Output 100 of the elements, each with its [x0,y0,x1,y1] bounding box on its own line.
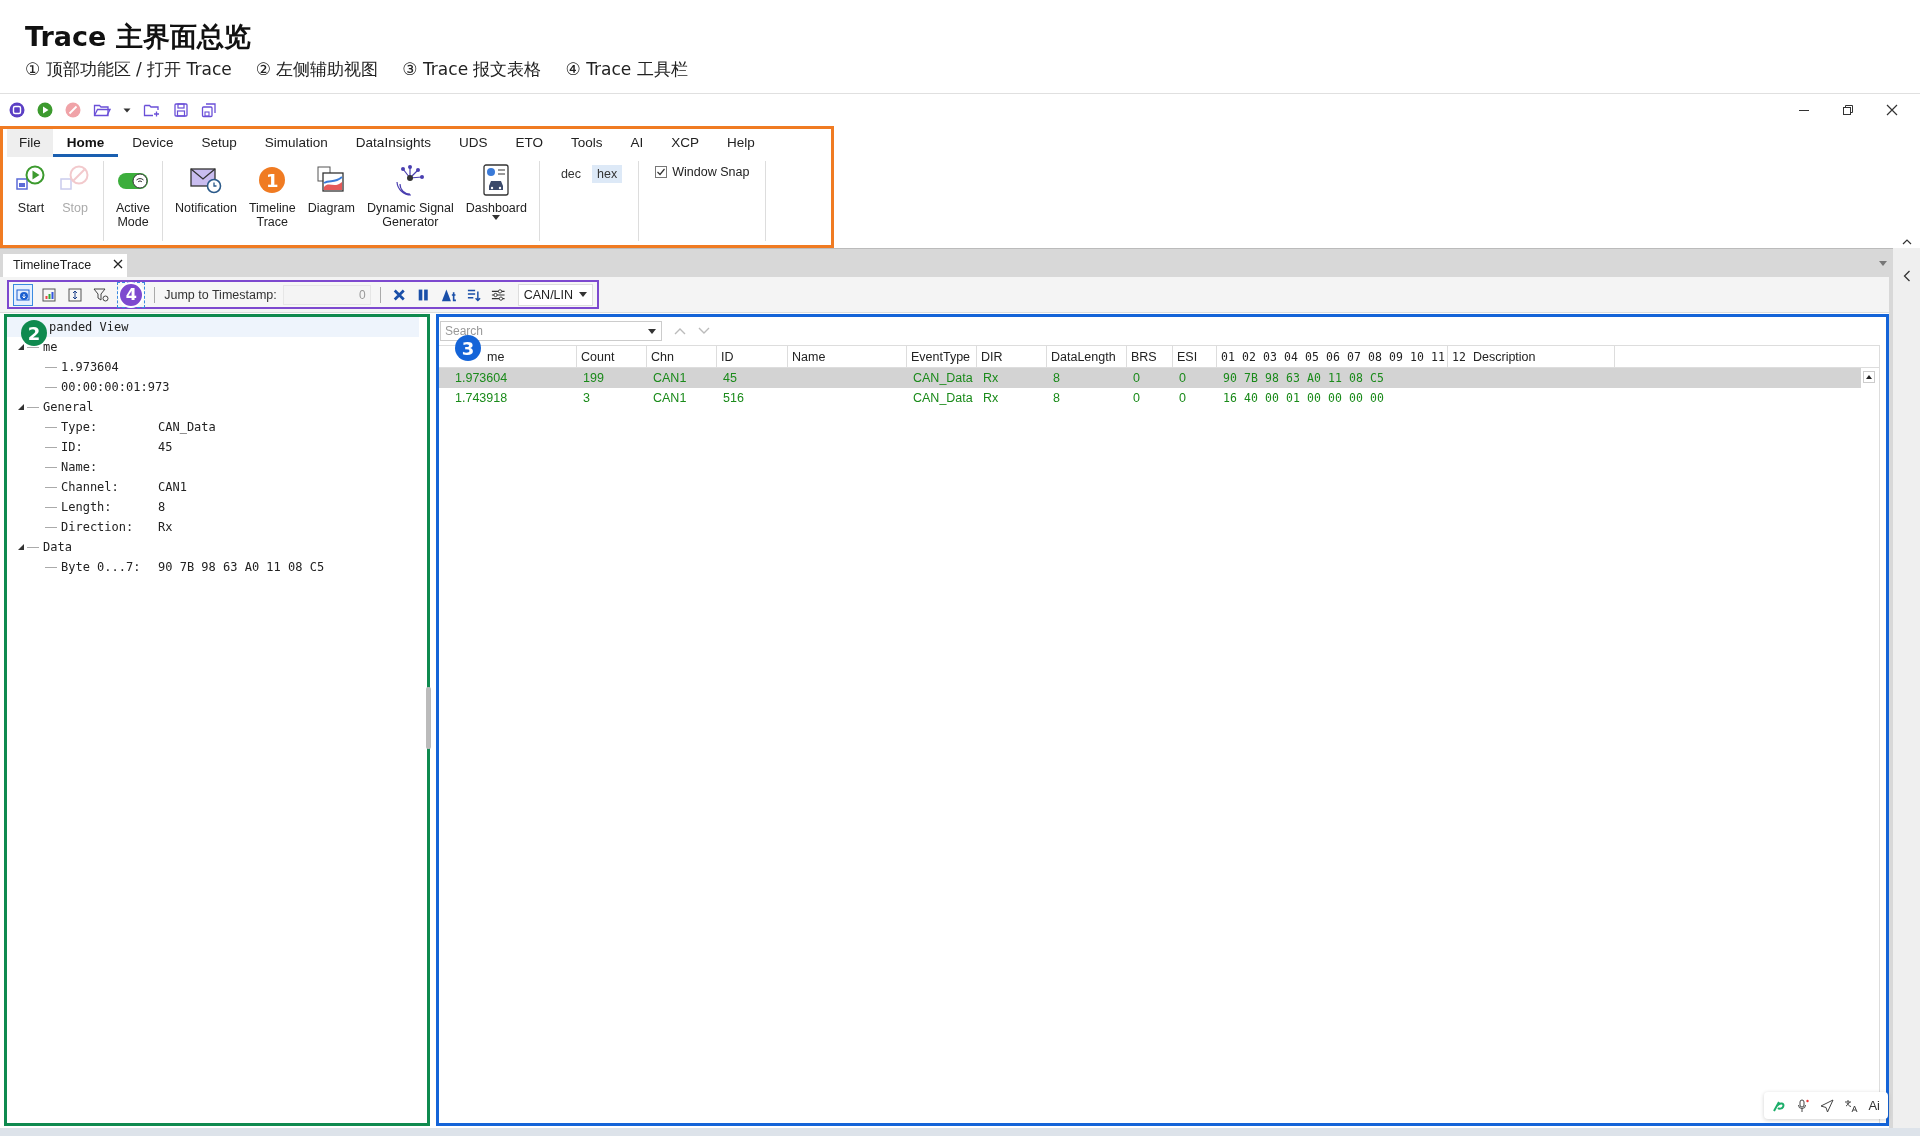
document-tab[interactable]: TimelineTrace [3,254,127,277]
table-cell-text: 08 [1348,371,1364,385]
save-icon[interactable] [173,102,189,118]
table-cell-text: CAN_Data [912,391,974,405]
column-header[interactable]: 02 [1238,346,1259,367]
app-logo-icon[interactable] [9,102,25,118]
table-cell-text: 0 [1178,371,1187,385]
column-header[interactable]: Name [788,346,907,367]
ribbon-tab[interactable]: Setup [187,129,251,157]
table-cell-text: 00 [1369,391,1385,405]
column-header[interactable]: DataLength [1047,346,1127,367]
ribbon-button[interactable]: Start [9,161,53,215]
column-header[interactable]: 09 [1385,346,1406,367]
table-cell-text: CAN_Data [912,371,974,385]
column-header[interactable]: 12 [1448,346,1469,367]
caret-icon[interactable] [648,329,656,334]
table-cell-text: 7B [1243,371,1259,385]
column-header[interactable]: Description [1469,346,1615,367]
checkbox-label[interactable]: Window Snap [672,165,750,179]
column-header[interactable]: 05 [1301,346,1322,367]
new-folder-icon[interactable] [143,102,161,118]
tree-label: Data [43,540,72,554]
ribbon-tab[interactable]: DataInsights [341,129,445,157]
ribbon-tab[interactable]: Simulation [250,129,342,157]
column-header[interactable]: DIR [977,346,1047,367]
number-format-toggle[interactable]: dec [555,165,587,183]
table-cell-text: 00 [1306,391,1322,405]
column-header[interactable]: 11 [1427,346,1448,367]
legend-item: ② 左侧辅助视图 [255,58,379,81]
folder-icon[interactable] [93,102,111,118]
column-header[interactable]: 04 [1280,346,1301,367]
legend-item: ③ Trace 报文表格 [402,58,542,81]
column-header[interactable]: 10 [1406,346,1427,367]
ribbon-button[interactable]: Dashboard [459,161,533,220]
ai-button[interactable]: Ai [1868,1098,1880,1113]
column-header[interactable]: 03 [1259,346,1280,367]
table-cell-text: Rx [982,391,1000,405]
table-cell-text: 00 [1327,391,1343,405]
restore-icon[interactable] [1842,104,1854,116]
tree-label: ID: [61,440,84,454]
chevron-left-icon[interactable] [1902,270,1911,282]
tree-value: CAN1 [158,480,187,494]
splitter-handle[interactable] [426,687,431,749]
microphone-icon[interactable] [1796,1098,1811,1113]
expand-toggle-icon[interactable] [17,543,25,551]
checkbox[interactable] [655,166,668,178]
settings-icon[interactable] [491,286,506,303]
column-header[interactable]: 08 [1364,346,1385,367]
column-header[interactable]: EventType [907,346,977,367]
view-button[interactable] [13,283,34,306]
ribbon-button[interactable]: Notification [169,161,243,215]
ribbon-tab[interactable]: Help [713,129,769,157]
collapse-icon[interactable] [1902,238,1912,246]
table-cell-text: 16 [1222,391,1238,405]
column-header[interactable]: ESI [1173,346,1217,367]
ribbon-tab[interactable]: XCP [657,129,713,157]
search-field[interactable]: Search [440,321,662,341]
ribbon-tab[interactable]: AI [616,129,658,157]
table-cell-text: Rx [982,371,1000,385]
expand-toggle-icon[interactable] [17,403,25,411]
column-header[interactable]: BRS [1127,346,1173,367]
table-cell-text: 0 [1132,391,1141,405]
tree-value: 8 [158,500,166,514]
ribbon-button[interactable]: Diagram [301,161,361,215]
tree-title: panded View [49,320,129,334]
ribbon-button[interactable]: 1 Timeline Trace [242,161,302,229]
ribbon-tab[interactable]: ETO [501,129,557,157]
table-cell-text: 01 [1285,391,1301,405]
table-cell-text: 1.973604 [454,371,509,385]
play-icon[interactable] [37,102,53,118]
send-icon[interactable] [1820,1098,1835,1113]
tree-value: Rx [158,520,173,534]
translate-icon[interactable] [1844,1098,1859,1113]
table-cell-text: 8 [1052,391,1061,405]
table-cell-text: 63 [1285,371,1301,385]
ribbon-tab[interactable]: File [7,129,53,157]
column-header[interactable]: Count [577,346,647,367]
protocol-dropdown[interactable]: CAN/LIN [517,283,593,306]
close-icon[interactable] [1886,104,1898,116]
close-icon[interactable] [113,259,123,269]
ribbon-tab[interactable]: Home [52,129,119,157]
ribbon-button[interactable]: Dynamic Signal Generator [360,161,460,229]
column-header[interactable]: 01 [1217,346,1238,367]
tree-label: 1.973604 [61,360,119,374]
table-row[interactable]: 1.743918 3 CAN1 516 CAN_Data Rx 8 0 0 16 40 00 01 00 00 00 00 [439,388,1861,408]
scroll-up-icon[interactable] [1863,371,1875,383]
expand-toggle-icon[interactable] [17,343,25,351]
table-cell-text: 0 [1178,391,1187,405]
ribbon-tab[interactable]: Tools [556,129,617,157]
number-format-toggle[interactable]: hex [592,165,623,183]
table-cell-text: C5 [1369,371,1385,385]
column-header[interactable]: Chn [647,346,717,367]
ribbon-tab[interactable]: Device [118,129,188,157]
ribbon-tab[interactable]: UDS [444,129,502,157]
ribbon-button[interactable]: Active Mode [110,161,157,229]
column-header[interactable]: 07 [1343,346,1364,367]
column-header[interactable]: ID [717,346,788,367]
save-all-icon[interactable] [201,102,217,118]
table-cell-text: 199 [582,371,605,385]
column-header[interactable]: 06 [1322,346,1343,367]
